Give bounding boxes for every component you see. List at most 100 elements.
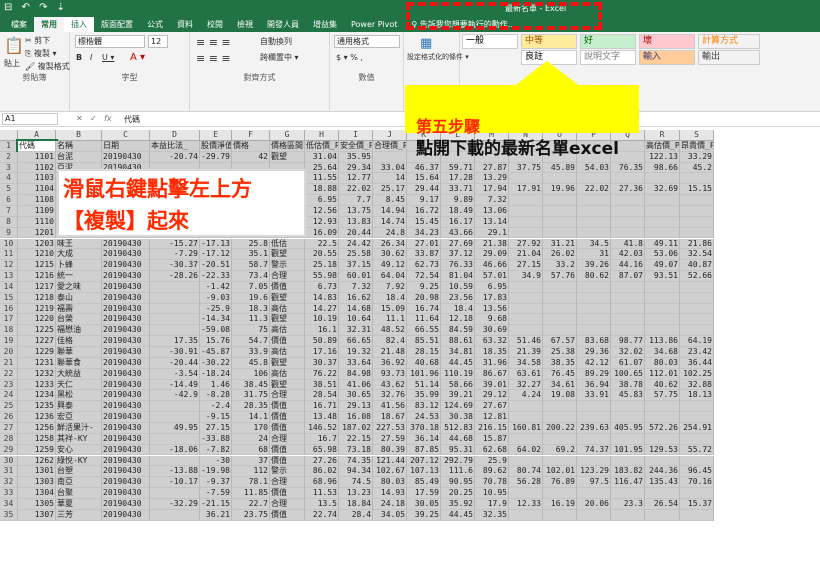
cell-style-3[interactable]: 壞: [639, 34, 695, 49]
cell[interactable]: 113.86: [645, 336, 680, 347]
row-number[interactable]: 25: [0, 401, 18, 413]
cell[interactable]: 觀望: [270, 151, 305, 163]
cell[interactable]: 58.7: [232, 260, 270, 272]
cell[interactable]: [150, 314, 200, 326]
cell[interactable]: [543, 205, 577, 217]
cell[interactable]: 29.34: [339, 162, 373, 174]
cell[interactable]: 55.72: [680, 444, 714, 456]
row-number[interactable]: 34: [0, 498, 18, 510]
cell[interactable]: 23.42: [680, 347, 714, 358]
cell[interactable]: [680, 314, 714, 326]
cell[interactable]: 54.7: [232, 336, 270, 347]
cell[interactable]: 興泰: [56, 401, 102, 413]
cell[interactable]: 觀望: [270, 379, 305, 391]
cell[interactable]: 13.75: [339, 205, 373, 217]
cell[interactable]: 價值: [270, 281, 305, 293]
cell[interactable]: 405.95: [611, 422, 645, 434]
cell[interactable]: 25.64: [305, 162, 339, 174]
cell[interactable]: 20190430: [102, 271, 150, 282]
cell[interactable]: 20190430: [102, 336, 150, 347]
cell[interactable]: 57.76: [543, 271, 577, 282]
row-number[interactable]: 20: [0, 347, 18, 358]
row-number[interactable]: 33: [0, 488, 18, 499]
cell[interactable]: 9.25: [407, 281, 441, 293]
row-number[interactable]: 15: [0, 292, 18, 304]
cell[interactable]: 38.45: [232, 379, 270, 391]
cell[interactable]: [577, 325, 611, 337]
cell[interactable]: 20190430: [102, 455, 150, 467]
cell[interactable]: 24: [232, 433, 270, 445]
cell[interactable]: 10.95: [475, 488, 509, 499]
cell[interactable]: [150, 488, 200, 499]
cell[interactable]: [577, 401, 611, 413]
cell[interactable]: [611, 303, 645, 315]
cell[interactable]: 39.21: [441, 390, 475, 402]
cell-style-2[interactable]: 好: [580, 34, 636, 49]
cell[interactable]: 價值: [270, 444, 305, 456]
cell[interactable]: 13.83: [339, 216, 373, 228]
cell[interactable]: 66.55: [407, 325, 441, 337]
cell[interactable]: 34.81: [441, 347, 475, 358]
cell[interactable]: 93.51: [645, 271, 680, 282]
cell[interactable]: 高估價_PB: [645, 140, 680, 152]
cell[interactable]: 102.01: [543, 466, 577, 478]
cell[interactable]: 76.45: [543, 368, 577, 380]
font-color-icon[interactable]: A ▾: [130, 52, 145, 63]
cell[interactable]: 18.3: [232, 303, 270, 315]
cell[interactable]: 1236: [18, 412, 56, 423]
cell[interactable]: 102.25: [680, 368, 714, 380]
cell[interactable]: 12.77: [339, 173, 373, 185]
cell[interactable]: -32.29: [150, 498, 200, 510]
cell[interactable]: 20190430: [102, 292, 150, 304]
cell[interactable]: 42.03: [611, 249, 645, 261]
cell[interactable]: 20190430: [102, 347, 150, 358]
cell[interactable]: 14.68: [339, 303, 373, 315]
cell[interactable]: [645, 412, 680, 423]
cell[interactable]: 1307: [18, 509, 56, 521]
cell[interactable]: 20190430: [102, 368, 150, 380]
cell[interactable]: 6.73: [305, 281, 339, 293]
cell[interactable]: 44.45: [441, 509, 475, 521]
cell[interactable]: -17.12: [200, 249, 232, 261]
cell[interactable]: [645, 292, 680, 304]
cell[interactable]: 聯華: [56, 347, 102, 358]
cell[interactable]: 25.58: [339, 249, 373, 261]
cell[interactable]: -3.54: [150, 368, 200, 380]
cell[interactable]: 27.36: [611, 184, 645, 196]
cell[interactable]: 69.2: [543, 444, 577, 456]
cell[interactable]: 20190430: [102, 433, 150, 445]
cell[interactable]: 83.12: [407, 401, 441, 413]
cell[interactable]: -9.03: [200, 292, 232, 304]
cell[interactable]: 84.59: [441, 325, 475, 337]
cell[interactable]: 1220: [18, 314, 56, 326]
cell[interactable]: 7.32: [339, 281, 373, 293]
cell[interactable]: 49.12: [373, 260, 407, 272]
cell[interactable]: 49.07: [645, 260, 680, 272]
cell[interactable]: 112.01: [645, 368, 680, 380]
cell[interactable]: 9.17: [407, 195, 441, 206]
cell[interactable]: 20190430: [102, 466, 150, 478]
cell[interactable]: -59.08: [200, 325, 232, 337]
cell[interactable]: 80.62: [577, 271, 611, 282]
cell[interactable]: 112: [232, 466, 270, 478]
cell[interactable]: 61.07: [611, 357, 645, 369]
row-number[interactable]: 2: [0, 151, 18, 163]
cell[interactable]: 101.95: [611, 444, 645, 456]
cell[interactable]: 20190430: [102, 477, 150, 489]
cell[interactable]: 1.46: [200, 379, 232, 391]
cell[interactable]: 22.02: [339, 184, 373, 196]
cell[interactable]: 18.4: [441, 303, 475, 315]
cell[interactable]: 21.48: [373, 347, 407, 358]
cell[interactable]: [150, 325, 200, 337]
cell[interactable]: 16.72: [407, 205, 441, 217]
tab-3[interactable]: 版面配置: [94, 17, 140, 32]
cell[interactable]: 52.66: [680, 271, 714, 282]
row-number[interactable]: 22: [0, 368, 18, 380]
cell[interactable]: -25.9: [200, 303, 232, 315]
column-header-G[interactable]: G: [270, 130, 305, 141]
bold-button[interactable]: B: [76, 53, 82, 62]
cell[interactable]: -20.74: [150, 151, 200, 163]
cell[interactable]: 76.89: [543, 477, 577, 489]
cell[interactable]: [543, 292, 577, 304]
cell[interactable]: 20190430: [102, 422, 150, 434]
